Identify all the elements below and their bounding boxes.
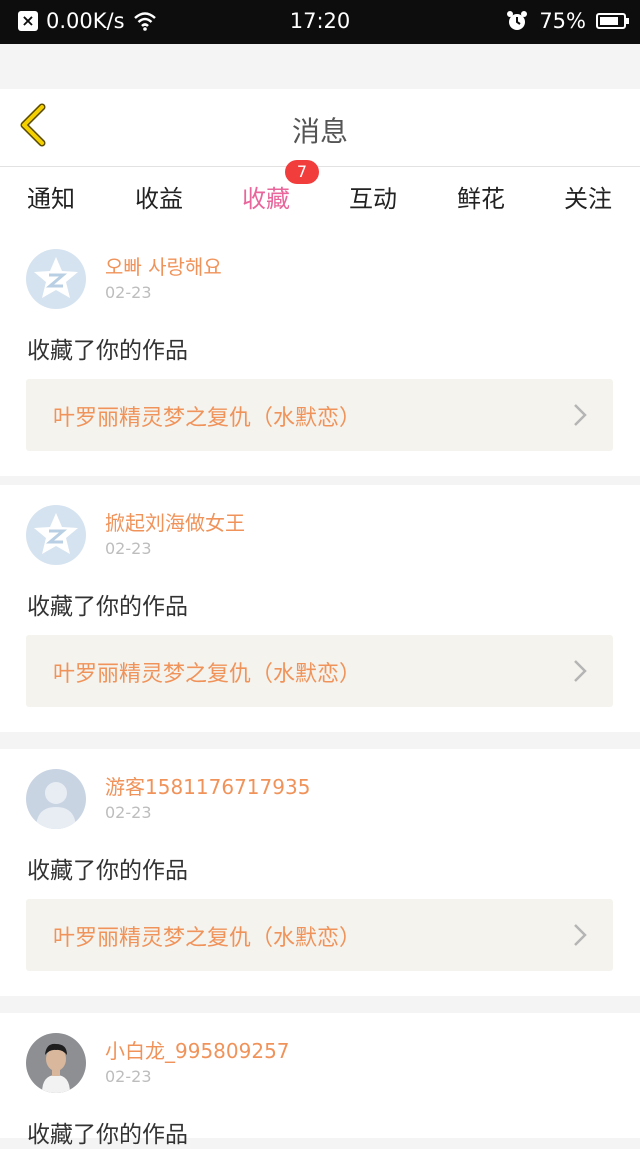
action-text: 收藏了你的作品 [27,858,188,884]
guest-user-icon[interactable] [26,769,86,829]
work-link[interactable]: 叶罗丽精灵梦之复仇（水默恋） [26,899,613,971]
qq-default-icon[interactable] [26,249,86,309]
username[interactable]: 游客1581176717935 [105,771,310,800]
work-link[interactable]: 叶罗丽精灵梦之复仇（水默恋） [26,379,613,451]
status-right: 75% [505,9,629,33]
alarm-icon [507,11,528,30]
favorites-count-badge: 7 [285,160,319,184]
page-title: 消息 [291,115,348,148]
battery-percent: 75% [539,9,586,33]
message-card: 오빠 사랑해요 02-23 收藏了你的作品 叶罗丽精灵梦之复仇（水默恋） [0,229,640,476]
photo-avatar[interactable] [26,1033,86,1093]
work-title: 叶罗丽精灵梦之复仇（水默恋） [53,662,362,687]
username[interactable]: 오빠 사랑해요 [105,251,222,280]
message-card: 游客1581176717935 02-23 收藏了你的作品 叶罗丽精灵梦之复仇（… [0,749,640,996]
action-text: 收藏了你的作品 [27,1122,188,1148]
work-title: 叶罗丽精灵梦之复仇（水默恋） [53,926,362,951]
tab-bar: 通知 收益 收藏 互动 鲜花 关注 [0,167,640,233]
tab-favorites-label: 收藏 [242,185,290,213]
action-text: 收藏了你的作品 [27,338,188,364]
message-date: 02-23 [105,283,152,302]
battery-icon [596,13,629,29]
message-date: 02-23 [105,539,152,558]
work-link[interactable]: 叶罗丽精灵梦之复仇（水默恋） [26,635,613,707]
chevron-right-icon [574,924,587,946]
tab-flowers[interactable]: 鲜花 [441,179,521,214]
tab-earnings[interactable]: 收益 [119,179,199,214]
message-card: 掀起刘海做女王 02-23 收藏了你的作品 叶罗丽精灵梦之复仇（水默恋） [0,485,640,732]
status-bar: × 0.00K/s 17:20 75% [0,0,640,44]
qq-default-icon[interactable] [26,505,86,565]
username[interactable]: 掀起刘海做女王 [105,507,245,536]
message-date: 02-23 [105,803,152,822]
tab-notifications[interactable]: 通知 [11,179,91,214]
chevron-right-icon [574,404,587,426]
username[interactable]: 小白龙_995809257 [105,1035,290,1064]
tab-interactions[interactable]: 互动 [333,179,413,214]
message-card: 小白龙_995809257 02-23 收藏了你的作品 [0,1013,640,1148]
tab-follows[interactable]: 关注 [548,179,628,214]
message-date: 02-23 [105,1067,152,1086]
chevron-right-icon [574,660,587,682]
header: 消息 [0,89,640,167]
action-text: 收藏了你的作品 [27,594,188,620]
work-title: 叶罗丽精灵梦之复仇（水默恋） [53,406,362,431]
tab-favorites[interactable]: 收藏 [226,179,306,233]
